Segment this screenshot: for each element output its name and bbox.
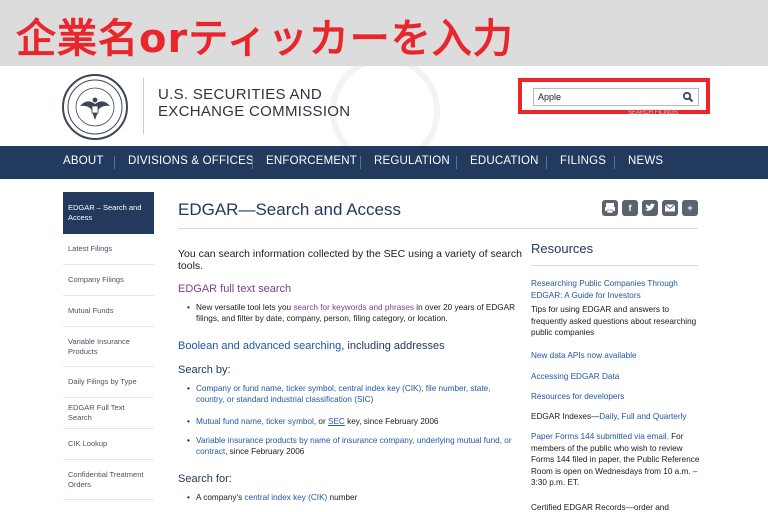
paper-forms-144-link[interactable]: Paper Forms 144 submitted via email. [531, 432, 669, 441]
search-by-heading: Search by: [178, 364, 231, 376]
accessing-edgar-data-link[interactable]: Accessing EDGAR Data [531, 372, 619, 381]
bullet-text: or [316, 417, 328, 426]
search-box[interactable] [533, 88, 699, 106]
resources-divider [531, 265, 698, 266]
nav-separator [614, 156, 615, 169]
full-text-search-bullet: New versatile tool lets you search for k… [187, 302, 518, 324]
sidebar-item-company-filings[interactable]: Company Filings [63, 265, 154, 296]
nav-regulation[interactable]: REGULATION [374, 155, 450, 167]
facebook-icon[interactable]: f [622, 200, 638, 216]
resource-accessing-edgar: Accessing EDGAR Data [531, 371, 701, 383]
search-filings-link[interactable]: SEARCH FILINGS [628, 110, 678, 116]
sec-key-link[interactable]: SEC [328, 417, 345, 426]
search-by-bullet-variable-insurance: Variable insurance products by name of i… [187, 435, 518, 457]
full-quarterly-index-link[interactable]: Full and Quarterly [621, 412, 686, 421]
search-for-bullet-cik: A company's central index key (CIK) numb… [187, 492, 518, 503]
sidebar-item-full-text-search[interactable]: EDGAR Full Text Search [63, 398, 154, 429]
search-icon[interactable] [682, 91, 694, 103]
title-divider [178, 228, 698, 229]
main-nav: ABOUT DIVISIONS & OFFICES ENFORCEMENT RE… [0, 146, 768, 179]
full-text-search-heading[interactable]: EDGAR full text search [178, 283, 291, 295]
sidebar-item-edgar-search-access[interactable]: EDGAR – Search and Access [63, 192, 154, 234]
page-title: EDGAR—Search and Access [178, 200, 401, 219]
cik-link[interactable]: central index key (CIK) [244, 493, 327, 502]
boolean-search-heading: Boolean and advanced searching, includin… [178, 340, 445, 352]
nav-about[interactable]: ABOUT [63, 155, 104, 167]
search-for-heading: Search for: [178, 473, 232, 485]
nav-education[interactable]: EDUCATION [470, 155, 539, 167]
nav-separator [360, 156, 361, 169]
resource-paper-forms: Paper Forms 144 submitted via email. For… [531, 431, 701, 489]
twitter-icon[interactable] [642, 200, 658, 216]
nav-news[interactable]: NEWS [628, 155, 663, 167]
company-search-link[interactable]: Company or fund name, ticker symbol, cen… [196, 384, 490, 404]
resource-developers: Resources for developers [531, 391, 701, 403]
data-apis-link[interactable]: New data APIs now available [531, 351, 637, 360]
bullet-text: key, since February 2006 [344, 417, 439, 426]
annotation-text: 企業名orティッカーを入力 [16, 16, 514, 62]
sidebar-item-cik-lookup[interactable]: CIK Lookup [63, 429, 154, 460]
nav-enforcement[interactable]: ENFORCEMENT [266, 155, 357, 167]
sidebar-item-variable-insurance[interactable]: Variable Insurance Products [63, 327, 154, 367]
developer-resources-link[interactable]: Resources for developers [531, 392, 624, 401]
keyword-search-link[interactable]: search for keywords and phrases [293, 303, 414, 312]
search-by-bullet-mutual-fund: Mutual fund name, ticker symbol, or SEC … [187, 416, 518, 427]
intro-paragraph: You can search information collected by … [178, 248, 522, 272]
resource-text: EDGAR Indexes— [531, 412, 600, 421]
sidebar-item-daily-filings[interactable]: Daily Filings by Type [63, 367, 154, 398]
nav-separator [546, 156, 547, 169]
nav-separator [114, 156, 115, 169]
email-icon[interactable] [662, 200, 678, 216]
sidebar-item-mutual-funds[interactable]: Mutual Funds [63, 296, 154, 327]
investor-guide-link[interactable]: Researching Public Companies Through EDG… [531, 279, 678, 300]
sidebar-item-confidential-treatment[interactable]: Confidential Treatment Orders [63, 460, 154, 500]
bullet-text: number [327, 493, 358, 502]
bullet-text: A company's [196, 493, 245, 502]
sec-seal-logo[interactable] [62, 74, 128, 140]
print-icon[interactable] [602, 200, 618, 216]
org-name-line1[interactable]: U.S. SECURITIES AND [158, 86, 322, 103]
resources-heading: Resources [531, 241, 594, 256]
bullet-text: New versatile tool lets you [196, 303, 294, 312]
org-name-line2[interactable]: EXCHANGE COMMISSION [158, 103, 350, 120]
resource-data-apis: New data APIs now available [531, 350, 701, 362]
nav-separator [456, 156, 457, 169]
resource-edgar-indexes: EDGAR Indexes—Daily, Full and Quarterly [531, 411, 701, 423]
boolean-search-link[interactable]: Boolean and advanced searching [178, 340, 341, 352]
sidebar-nav: EDGAR – Search and Access Latest Filings… [63, 192, 154, 500]
resource-certified-records: Certified EDGAR Records—order and [531, 503, 669, 512]
resource-investor-guide: Researching Public Companies Through EDG… [531, 278, 701, 301]
resource-tips-text: Tips for using EDGAR and answers to freq… [531, 305, 697, 337]
mutual-fund-search-link[interactable]: Mutual fund name, ticker symbol, [196, 417, 316, 426]
plus-icon[interactable]: + [682, 200, 698, 216]
bullet-text: , since February 2006 [225, 447, 305, 456]
heading-text: , including addresses [341, 340, 445, 352]
search-by-bullet-company: Company or fund name, ticker symbol, cen… [187, 383, 518, 405]
daily-index-link[interactable]: Daily [599, 412, 617, 421]
annotation-banner: 企業名orティッカーを入力 [0, 0, 768, 66]
logo-divider [143, 78, 144, 134]
search-input[interactable] [538, 90, 678, 104]
sidebar-item-latest-filings[interactable]: Latest Filings [63, 234, 154, 265]
nav-divisions-offices[interactable]: DIVISIONS & OFFICES [128, 155, 254, 167]
nav-filings[interactable]: FILINGS [560, 155, 606, 167]
nav-separator [252, 156, 253, 169]
